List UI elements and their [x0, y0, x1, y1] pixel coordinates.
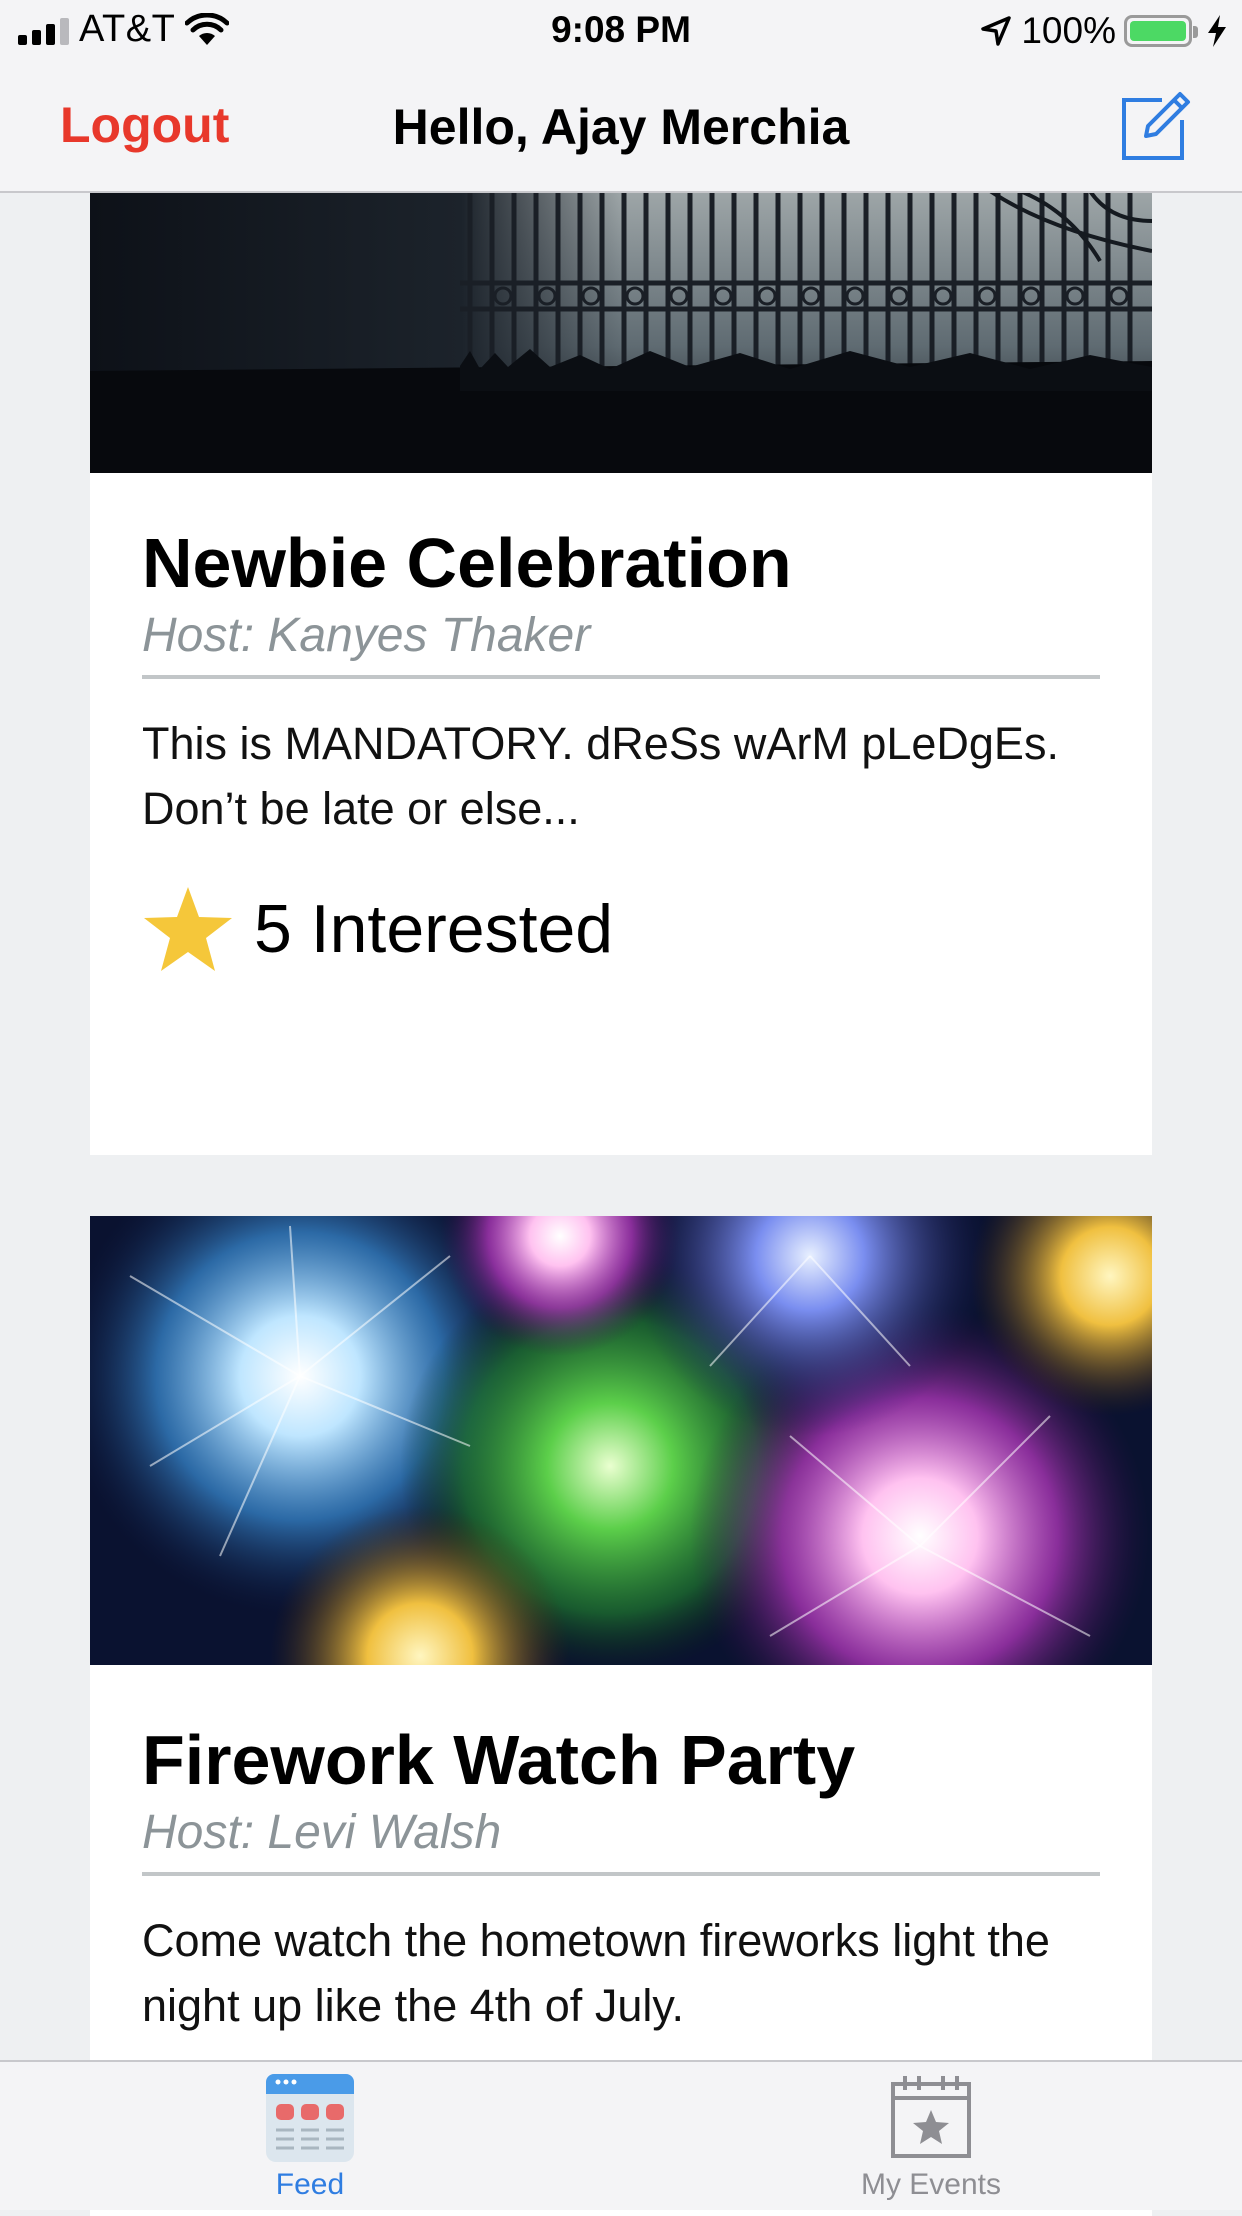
feed-icon: [266, 2074, 354, 2162]
tab-bar: Feed My Events: [0, 2060, 1242, 2210]
event-title: Firework Watch Party: [142, 1721, 856, 1799]
location-arrow-icon: [981, 16, 1012, 46]
status-bar: AT&T 9:08 PM 100%: [0, 0, 1242, 62]
navigation-bar: Logout Hello, Ajay Merchia: [0, 62, 1242, 193]
interested-count: 5 Interested: [254, 891, 614, 967]
event-host: Host: Levi Walsh: [142, 1802, 1100, 1876]
tab-my-events[interactable]: My Events: [781, 2072, 1081, 2202]
event-title: Newbie Celebration: [142, 524, 792, 602]
event-description: Come watch the hometown fireworks light …: [142, 1915, 1050, 2031]
compose-icon[interactable]: [1118, 88, 1194, 164]
battery-percent: 100%: [1021, 10, 1116, 51]
interest-row[interactable]: 5 Interested: [142, 885, 1100, 973]
charging-bolt-icon: [1208, 15, 1226, 47]
calendar-star-icon: [891, 2076, 971, 2158]
status-right: 100%: [979, 10, 1228, 52]
star-icon[interactable]: [142, 885, 234, 973]
event-card[interactable]: Newbie Celebration Host: Kanyes Thaker T…: [90, 191, 1152, 1155]
event-image-fireworks: [90, 1216, 1152, 1665]
tab-feed-label: Feed: [275, 2168, 345, 2201]
event-image-night-gate: [90, 191, 1152, 473]
event-card-body: Newbie Celebration Host: Kanyes Thaker T…: [142, 521, 1100, 973]
tab-feed[interactable]: Feed: [160, 2072, 460, 2202]
page-title: Hello, Ajay Merchia: [392, 99, 850, 155]
battery-icon: [1124, 15, 1198, 47]
tab-my-events-label: My Events: [860, 2168, 1002, 2201]
event-card-body: Firework Watch Party Host: Levi Walsh Co…: [142, 1718, 1100, 2038]
event-host: Host: Kanyes Thaker: [142, 605, 1100, 679]
event-description: This is MANDATORY. dReSs wArM pLeDgEs. D…: [142, 718, 1059, 834]
